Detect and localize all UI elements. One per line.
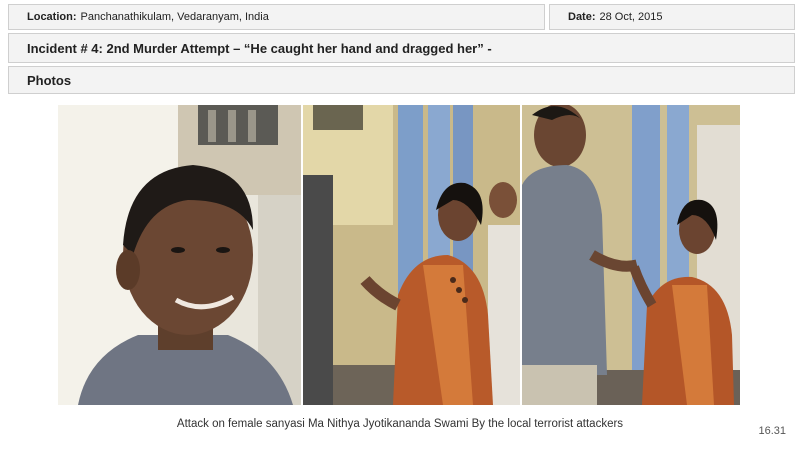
location-box: Location: Panchanathikulam, Vedaranyam, … — [8, 4, 545, 30]
photo-man-closeup — [58, 105, 301, 405]
date-value: 28 Oct, 2015 — [599, 11, 663, 23]
photo-woman-saffron-robe — [303, 105, 520, 405]
photo-man-grabbing-hand — [522, 105, 740, 405]
section-label-photos: Photos — [8, 66, 795, 94]
location-value: Panchanathikulam, Vedaranyam, India — [80, 11, 269, 23]
date-box: Date: 28 Oct, 2015 — [549, 4, 795, 30]
incident-title: Incident # 4: 2nd Murder Attempt – “He c… — [8, 33, 795, 63]
photo-caption: Attack on female sanyasi Ma Nithya Jyoti… — [176, 418, 624, 430]
date-label: Date: — [568, 11, 596, 23]
location-label: Location: — [27, 11, 77, 23]
page-number: 16.31 — [758, 425, 786, 437]
header-row: Location: Panchanathikulam, Vedaranyam, … — [8, 4, 795, 30]
